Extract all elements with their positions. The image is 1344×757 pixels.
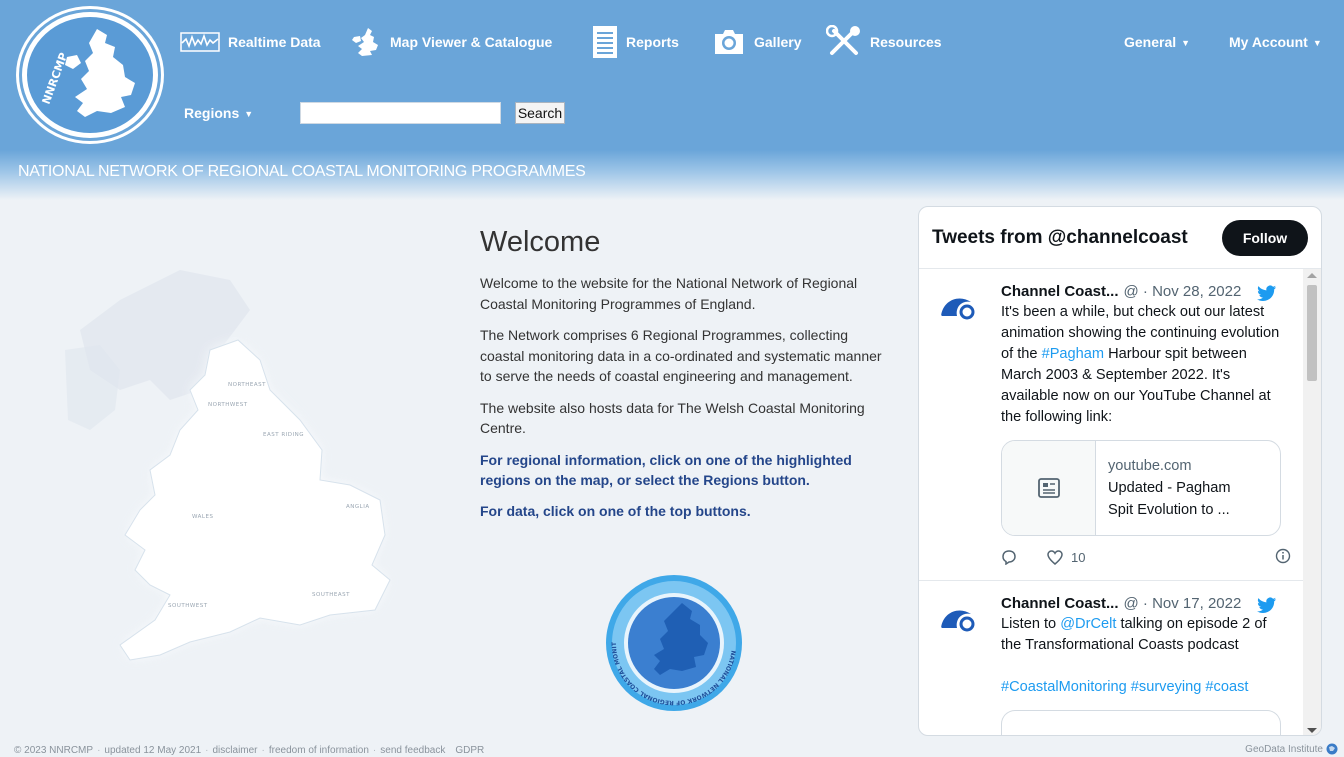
nnrcmp-round-logo: NATIONAL NETWORK OF REGIONAL COASTAL MON… [601, 568, 744, 713]
search-button[interactable]: Search [515, 102, 565, 124]
nav-map-viewer[interactable]: Map Viewer & Catalogue [348, 24, 552, 60]
card-title-line1: Updated - Pagham [1108, 480, 1231, 496]
card-domain: youtube.com [1108, 458, 1192, 474]
reply-button[interactable] [1001, 549, 1017, 565]
tweet-actions: 10 [1001, 542, 1291, 572]
nnrcmp-logo[interactable]: NNRCMP [22, 12, 158, 138]
tweet-header: Channel Coast... @ · Nov 28, 2022 [1001, 283, 1281, 300]
regions-map[interactable]: NORTHEAST NORTHWEST EAST RIDING ANGLIA W… [60, 250, 410, 690]
info-icon[interactable] [1275, 548, 1291, 567]
feedback-link[interactable]: send feedback [380, 745, 445, 756]
data-info-link[interactable]: For data, click on one of the top button… [480, 501, 890, 522]
welcome-title: Welcome [480, 226, 601, 258]
welcome-section: Welcome Welcome to the website for the N… [480, 226, 890, 531]
twitter-timeline[interactable]: Tweets from @channelcoast Follow Channel… [918, 206, 1322, 736]
map-label-southeast[interactable]: SOUTHEAST [312, 592, 350, 598]
gdpr-link[interactable]: GDPR [455, 745, 484, 756]
timeline-scrollbar[interactable] [1303, 269, 1321, 735]
reply-icon [1002, 550, 1016, 565]
tweet-meta[interactable]: @ · Nov 28, 2022 [1124, 283, 1242, 300]
credit-text: GeoData Institute [1245, 743, 1323, 755]
link-card[interactable]: youtube.com Updated - Pagham Spit Evolut… [1001, 440, 1281, 536]
welcome-intro: Welcome to the website for the National … [480, 275, 858, 312]
welcome-welsh: The website also hosts data for The Wels… [480, 399, 865, 437]
regional-info-link[interactable]: For regional information, click on one o… [480, 450, 890, 491]
twitter-title: Tweets from @channelcoast [932, 226, 1188, 248]
like-button[interactable]: 10 [1047, 550, 1085, 565]
caret-down-icon: ▼ [244, 109, 254, 120]
my-account-dropdown[interactable]: My Account ▼ [1229, 34, 1322, 50]
waveform-icon [180, 31, 220, 53]
tweet-text: It's been a while, but check out our lat… [1001, 304, 1280, 425]
regions-dropdown[interactable]: Regions ▼ [184, 105, 253, 121]
logo-text: NNRCMP [40, 51, 71, 106]
map-label-northwest[interactable]: NORTHWEST [208, 402, 248, 408]
map-label-east-riding[interactable]: EAST RIDING [263, 432, 304, 438]
tweet-author[interactable]: Channel Coast... [1001, 283, 1119, 300]
search-input[interactable] [300, 102, 501, 124]
copyright: © 2023 NNRCMP [14, 745, 94, 756]
twitter-bird-icon[interactable] [1257, 285, 1277, 307]
geodata-globe-icon [1326, 743, 1338, 755]
site-header: NNRCMP Realtime Data Map Viewer & Catalo… [0, 0, 1344, 200]
disclaimer-link[interactable]: disclaimer [213, 745, 258, 756]
map-label-southwest[interactable]: SOUTHWEST [168, 603, 208, 609]
document-icon [592, 25, 618, 59]
tweet-header: Channel Coast... @ · Nov 17, 2022 [1001, 595, 1281, 612]
link-card[interactable] [1001, 710, 1281, 735]
camera-icon [712, 28, 746, 56]
nav-label: Gallery [754, 34, 802, 50]
scroll-up-icon[interactable] [1307, 273, 1317, 278]
tweet-meta[interactable]: @ · Nov 17, 2022 [1124, 595, 1242, 612]
nav-realtime-data[interactable]: Realtime Data [180, 24, 321, 60]
channelcoast-avatar[interactable] [939, 286, 979, 326]
map-label-wales[interactable]: WALES [192, 514, 213, 520]
card-title-line2: Spit Evolution to ... [1108, 502, 1230, 518]
mention-link[interactable]: @DrCelt [1060, 616, 1116, 632]
scroll-thumb[interactable] [1307, 285, 1317, 381]
tweet-author[interactable]: Channel Coast... [1001, 595, 1119, 612]
like-count: 10 [1071, 549, 1086, 565]
hashtag-link[interactable]: #Pagham [1042, 346, 1104, 362]
twitter-bird-icon[interactable] [1257, 597, 1277, 619]
channelcoast-avatar[interactable] [939, 598, 979, 638]
account-label: My Account [1229, 34, 1308, 50]
foi-link[interactable]: freedom of information [269, 745, 369, 756]
general-label: General [1124, 34, 1177, 50]
general-dropdown[interactable]: General ▼ [1124, 34, 1190, 50]
tweet[interactable]: Channel Coast... @ · Nov 17, 2022 Listen… [919, 581, 1321, 735]
article-icon [1002, 441, 1096, 535]
uk-logo-icon: NNRCMP [40, 29, 135, 117]
welcome-network: The Network comprises 6 Regional Program… [480, 327, 882, 384]
caret-down-icon: ▼ [1312, 38, 1322, 49]
tweet[interactable]: Channel Coast... @ · Nov 28, 2022 It's b… [919, 269, 1321, 581]
nav-label: Realtime Data [228, 34, 321, 50]
tweet-text: Listen to @DrCelt talking on episode 2 o… [1001, 616, 1267, 653]
regions-label: Regions [184, 105, 240, 121]
site-tagline: NATIONAL NETWORK OF REGIONAL COASTAL MON… [18, 163, 586, 180]
nav-label: Resources [870, 34, 942, 50]
site-footer: © 2023 NNRCMP · updated 12 May 2021 · di… [14, 745, 485, 756]
map-label-anglia[interactable]: ANGLIA [346, 504, 370, 510]
nav-resources[interactable]: Resources [826, 24, 942, 60]
updated-date: updated 12 May 2021 [104, 745, 202, 756]
caret-down-icon: ▼ [1181, 38, 1191, 49]
heart-icon [1047, 549, 1063, 565]
twitter-header: Tweets from @channelcoast Follow [919, 207, 1321, 269]
hashtag-links[interactable]: #CoastalMonitoring #surveying #coast [1001, 677, 1281, 698]
geodata-credit[interactable]: GeoData Institute [1245, 743, 1338, 755]
follow-button[interactable]: Follow [1222, 219, 1308, 256]
nav-label: Reports [626, 34, 679, 50]
nav-gallery[interactable]: Gallery [712, 24, 801, 60]
nav-label: Map Viewer & Catalogue [390, 34, 553, 50]
nav-reports[interactable]: Reports [592, 24, 679, 60]
map-label-northeast[interactable]: NORTHEAST [228, 382, 266, 388]
tools-icon [826, 25, 862, 59]
scroll-down-icon[interactable] [1307, 728, 1317, 733]
uk-map-icon [348, 27, 382, 57]
